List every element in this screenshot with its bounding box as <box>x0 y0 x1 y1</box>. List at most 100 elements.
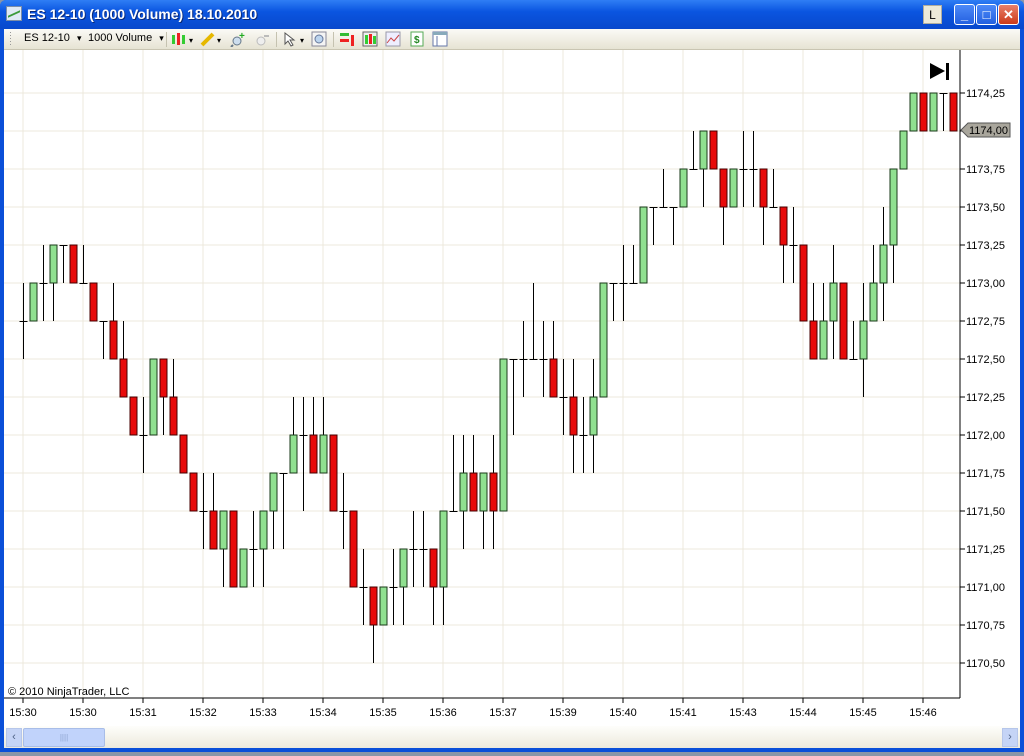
price-tick-label: 1171,00 <box>966 582 1005 594</box>
drawing-pencil-icon[interactable]: ▾ <box>200 31 226 47</box>
skip-to-end-icon[interactable] <box>930 63 949 80</box>
strategies-icon[interactable] <box>339 31 355 47</box>
up-candle <box>479 472 488 512</box>
down-candle <box>799 244 808 322</box>
down-candle <box>369 586 378 626</box>
price-tick-label: 1172,00 <box>966 430 1005 442</box>
instrument-selector[interactable]: ES 12-10 ▾ <box>24 32 81 44</box>
down-candle <box>229 510 238 588</box>
horizontal-scrollbar[interactable]: ‹ |||| › <box>4 726 1020 748</box>
candles <box>19 92 958 663</box>
time-tick-label: 15:45 <box>849 707 877 719</box>
down-candle <box>919 92 928 132</box>
svg-text:+: + <box>239 31 245 42</box>
up-candle <box>269 472 278 512</box>
close-button[interactable]: ✕ <box>998 4 1019 25</box>
down-candle <box>179 434 188 474</box>
up-candle <box>679 168 688 208</box>
properties-panel-icon[interactable] <box>432 31 448 47</box>
time-tick-label: 15:40 <box>609 707 637 719</box>
maximize-button[interactable]: □ <box>976 4 997 25</box>
time-tick-label: 15:39 <box>549 707 577 719</box>
down-candle <box>159 358 168 398</box>
time-tick-label: 15:33 <box>249 707 277 719</box>
down-candle <box>129 396 138 436</box>
dollar-icon[interactable]: $ <box>409 31 425 47</box>
time-axis: 15:30 15:30 15:31 15:32 15:33 15:34 15:35 15:36… <box>9 698 937 719</box>
minimize-button[interactable]: _ <box>954 4 975 25</box>
price-tick-label: 1172,50 <box>966 354 1005 366</box>
scroll-left-button[interactable]: ‹ <box>6 728 22 747</box>
up-candle <box>859 320 868 360</box>
price-tick-label: 1170,75 <box>966 620 1005 632</box>
scroll-right-button[interactable]: › <box>1002 728 1018 747</box>
chart-properties-icon[interactable] <box>385 31 401 47</box>
time-tick-label: 15:30 <box>9 707 37 719</box>
down-candle <box>569 396 578 436</box>
time-tick-label: 15:34 <box>309 707 337 719</box>
down-candle <box>119 358 128 398</box>
indicators-icon[interactable] <box>362 31 378 47</box>
down-candle <box>809 320 818 360</box>
current-price-marker: 1174,00 <box>960 122 1011 138</box>
up-candle <box>259 510 268 550</box>
up-candle <box>879 244 888 284</box>
interval-selector[interactable]: 1000 Volume ▾ <box>88 32 164 44</box>
cursor-icon[interactable]: ▾ <box>282 31 308 47</box>
down-candle <box>779 206 788 246</box>
down-candle <box>719 168 728 208</box>
grid-lines <box>4 50 960 698</box>
down-candle <box>109 320 118 360</box>
instrument-label: ES 12-10 <box>24 32 70 44</box>
time-tick-label: 15:35 <box>369 707 397 719</box>
title-bar[interactable]: ES 12-10 (1000 Volume) 18.10.2010 L _ □ … <box>0 0 1024 29</box>
down-candle <box>549 358 558 398</box>
link-button[interactable]: L <box>923 5 942 24</box>
chart-window: ES 12-10 (1000 Volume) 18.10.2010 L _ □ … <box>0 0 1024 752</box>
up-candle <box>899 130 908 170</box>
price-tick-label: 1171,75 <box>966 468 1005 480</box>
price-tick-label: 1172,25 <box>966 392 1005 404</box>
up-candle <box>499 358 508 512</box>
toolbar-divider <box>166 32 167 47</box>
price-tick-label: 1170,50 <box>966 658 1005 670</box>
up-candle <box>639 206 648 284</box>
up-candle <box>869 282 878 322</box>
down-candle <box>329 434 338 512</box>
data-box-icon[interactable] <box>311 31 327 47</box>
toolbar-divider <box>333 32 334 47</box>
time-tick-label: 15:32 <box>189 707 217 719</box>
candlestick-chart[interactable]: 1174,25 1174,00 1173,75 1173,50 1173,25 1173,… <box>4 50 1020 726</box>
price-tick-label: 1173,25 <box>966 240 1005 252</box>
up-candle <box>459 472 468 512</box>
up-candle <box>379 586 388 626</box>
price-tick-label: 1171,50 <box>966 506 1005 518</box>
zoom-in-icon[interactable]: + <box>230 31 246 47</box>
down-candle <box>839 282 848 360</box>
down-candle <box>89 282 98 322</box>
scroll-thumb[interactable]: |||| <box>23 728 105 747</box>
time-tick-label: 15:37 <box>489 707 517 719</box>
up-candle <box>889 168 898 246</box>
toolbar-grip[interactable] <box>10 32 11 47</box>
chart-style-icon[interactable]: ▾ <box>171 31 197 47</box>
up-candle <box>29 282 38 322</box>
zoom-out-icon[interactable] <box>254 31 270 47</box>
price-axis: 1174,25 1174,00 1173,75 1173,50 1173,25 1173,… <box>960 88 1005 670</box>
window-title: ES 12-10 (1000 Volume) 18.10.2010 <box>27 6 258 22</box>
time-tick-label: 15:31 <box>129 707 157 719</box>
up-candle <box>319 434 328 474</box>
price-tick-label: 1173,75 <box>966 164 1005 176</box>
price-tick-label: 1172,75 <box>966 316 1005 328</box>
price-tick-label: 1173,00 <box>966 278 1005 290</box>
time-tick-label: 15:43 <box>729 707 757 719</box>
down-candle <box>759 168 768 208</box>
chevron-down-icon: ▾ <box>76 33 82 43</box>
time-tick-label: 15:41 <box>669 707 697 719</box>
up-candle <box>829 282 838 322</box>
up-candle <box>239 548 248 588</box>
chart-panel[interactable]: 1174,25 1174,00 1173,75 1173,50 1173,25 1173,… <box>4 50 1020 726</box>
down-candle <box>169 396 178 436</box>
copyright-text: © 2010 NinjaTrader, LLC <box>8 686 129 698</box>
up-candle <box>699 130 708 170</box>
